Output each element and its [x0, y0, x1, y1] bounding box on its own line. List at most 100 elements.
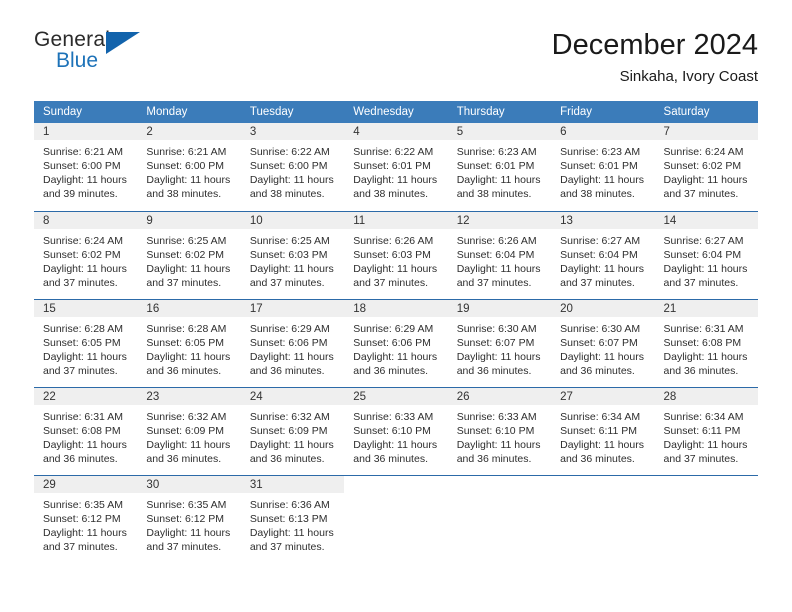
daylight-text-line2: and 36 minutes. — [353, 364, 428, 377]
calendar-day-cell[interactable]: 19 Sunrise: 6:30 AM Sunset: 6:07 PM Dayligh… — [447, 298, 552, 387]
sunset-text: Sunset: 6:08 PM — [43, 424, 121, 437]
day-number: 17 — [240, 299, 345, 317]
sunset-text: Sunset: 6:02 PM — [43, 248, 121, 261]
weekday-header-monday: Monday — [137, 101, 241, 123]
day-number — [654, 475, 758, 493]
calendar-day-cell[interactable]: 6 Sunrise: 6:23 AM Sunset: 6:01 PM Daylight… — [551, 123, 655, 211]
sunrise-text: Sunrise: 6:27 AM — [663, 234, 744, 247]
day-details: Sunrise: 6:35 AM Sunset: 6:12 PM Daylight:… — [34, 493, 137, 554]
sunrise-text: Sunrise: 6:32 AM — [146, 410, 227, 423]
day-number: 5 — [447, 123, 552, 140]
calendar-day-cell[interactable]: 10 Sunrise: 6:25 AM Sunset: 6:03 PM Dayligh… — [240, 210, 345, 299]
calendar-body: 1 Sunrise: 6:21 AM Sunset: 6:00 PM Daylight… — [34, 123, 758, 563]
calendar-day-cell[interactable]: 28 Sunrise: 6:34 AM Sunset: 6:11 PM Dayligh… — [654, 386, 758, 475]
weekday-header-tuesday: Tuesday — [240, 101, 345, 123]
calendar-empty-cell — [654, 474, 758, 563]
calendar-empty-cell — [344, 474, 448, 563]
calendar-day-cell[interactable]: 24 Sunrise: 6:32 AM Sunset: 6:09 PM Dayligh… — [240, 386, 345, 475]
sunrise-text: Sunrise: 6:27 AM — [560, 234, 641, 247]
day-details: Sunrise: 6:35 AM Sunset: 6:12 PM Daylight:… — [137, 493, 240, 554]
day-number: 20 — [551, 299, 655, 317]
title-block: December 2024 Sinkaha, Ivory Coast — [552, 28, 758, 88]
daylight-text-line1: Daylight: 11 hours — [249, 526, 334, 539]
weekday-header-saturday: Saturday — [654, 101, 758, 123]
daylight-text-line2: and 38 minutes. — [353, 188, 428, 200]
day-details: Sunrise: 6:26 AM Sunset: 6:04 PM Daylight:… — [448, 229, 551, 290]
daylight-text-line1: Daylight: 11 hours — [560, 174, 644, 186]
calendar-day-cell[interactable]: 2 Sunrise: 6:21 AM Sunset: 6:00 PM Daylight… — [137, 123, 241, 211]
calendar-day-cell[interactable]: 21 Sunrise: 6:31 AM Sunset: 6:08 PM Dayligh… — [654, 298, 758, 387]
calendar-day-cell[interactable]: 30 Sunrise: 6:35 AM Sunset: 6:12 PM Dayligh… — [137, 474, 241, 563]
calendar-day-cell[interactable]: 13 Sunrise: 6:27 AM Sunset: 6:04 PM Dayligh… — [551, 210, 655, 299]
sunset-text: Sunset: 6:01 PM — [353, 160, 431, 172]
sunset-text: Sunset: 6:13 PM — [249, 512, 328, 525]
calendar-day-cell[interactable]: 15 Sunrise: 6:28 AM Sunset: 6:05 PM Dayligh… — [34, 298, 138, 387]
daylight-text-line2: and 38 minutes. — [560, 188, 635, 200]
daylight-text-line2: and 37 minutes. — [249, 540, 325, 553]
day-details: Sunrise: 6:29 AM Sunset: 6:06 PM Daylight:… — [344, 317, 447, 378]
sunset-text: Sunset: 6:10 PM — [456, 424, 535, 437]
calendar-day-cell[interactable]: 1 Sunrise: 6:21 AM Sunset: 6:00 PM Daylight… — [34, 123, 138, 211]
calendar-day-cell[interactable]: 27 Sunrise: 6:34 AM Sunset: 6:11 PM Dayligh… — [551, 386, 655, 475]
calendar-day-cell[interactable]: 18 Sunrise: 6:29 AM Sunset: 6:06 PM Dayligh… — [344, 298, 448, 387]
calendar-day-cell[interactable]: 4 Sunrise: 6:22 AM Sunset: 6:01 PM Daylight… — [344, 123, 448, 211]
sunrise-text: Sunrise: 6:21 AM — [146, 146, 227, 158]
daylight-text-line2: and 38 minutes. — [249, 188, 325, 200]
day-details: Sunrise: 6:33 AM Sunset: 6:10 PM Daylight:… — [448, 405, 551, 466]
sunset-text: Sunset: 6:11 PM — [560, 424, 637, 437]
sunrise-text: Sunrise: 6:33 AM — [353, 410, 434, 423]
sunrise-text: Sunrise: 6:33 AM — [456, 410, 537, 423]
daylight-text-line2: and 36 minutes. — [663, 364, 739, 377]
calendar-day-cell[interactable]: 7 Sunrise: 6:24 AM Sunset: 6:02 PM Daylight… — [654, 123, 758, 211]
generalblue-logo[interactable]: General Blue — [34, 28, 154, 78]
calendar-day-cell[interactable]: 8 Sunrise: 6:24 AM Sunset: 6:02 PM Daylight… — [34, 210, 138, 299]
calendar-day-cell[interactable]: 25 Sunrise: 6:33 AM Sunset: 6:10 PM Dayligh… — [344, 386, 448, 475]
calendar-wrapper: Sunday Monday Tuesday Wednesday Thursday… — [0, 101, 792, 563]
calendar-day-cell[interactable]: 12 Sunrise: 6:26 AM Sunset: 6:04 PM Dayligh… — [447, 210, 552, 299]
calendar-day-cell[interactable]: 29 Sunrise: 6:35 AM Sunset: 6:12 PM Dayligh… — [34, 474, 138, 563]
sunrise-text: Sunrise: 6:34 AM — [663, 410, 744, 423]
sunrise-text: Sunrise: 6:35 AM — [43, 498, 123, 511]
day-number: 14 — [654, 211, 758, 229]
calendar-day-cell[interactable]: 14 Sunrise: 6:27 AM Sunset: 6:04 PM Dayligh… — [654, 210, 758, 299]
day-number: 9 — [137, 211, 241, 229]
calendar-day-cell[interactable]: 31 Sunrise: 6:36 AM Sunset: 6:13 PM Dayligh… — [240, 474, 345, 563]
calendar-header-row: Sunday Monday Tuesday Wednesday Thursday… — [34, 101, 758, 123]
calendar-day-cell[interactable]: 5 Sunrise: 6:23 AM Sunset: 6:01 PM Daylight… — [447, 123, 552, 211]
sunrise-text: Sunrise: 6:23 AM — [456, 146, 537, 158]
sunrise-text: Sunrise: 6:25 AM — [249, 234, 330, 247]
calendar-day-cell[interactable]: 26 Sunrise: 6:33 AM Sunset: 6:10 PM Dayligh… — [447, 386, 552, 475]
day-details: Sunrise: 6:29 AM Sunset: 6:06 PM Daylight:… — [241, 317, 344, 378]
daylight-text-line1: Daylight: 11 hours — [456, 174, 541, 186]
daylight-text-line1: Daylight: 11 hours — [353, 350, 438, 363]
day-details: Sunrise: 6:28 AM Sunset: 6:05 PM Daylight:… — [34, 317, 137, 378]
day-number: 28 — [654, 387, 758, 405]
day-number: 3 — [240, 123, 345, 140]
day-details: Sunrise: 6:33 AM Sunset: 6:10 PM Daylight:… — [344, 405, 447, 466]
daylight-text-line2: and 36 minutes. — [353, 452, 428, 465]
calendar-day-cell[interactable]: 20 Sunrise: 6:30 AM Sunset: 6:07 PM Dayligh… — [551, 298, 655, 387]
daylight-text-line1: Daylight: 11 hours — [43, 438, 127, 451]
calendar-day-cell[interactable]: 17 Sunrise: 6:29 AM Sunset: 6:06 PM Dayligh… — [240, 298, 345, 387]
day-number: 27 — [551, 387, 655, 405]
calendar-day-cell[interactable]: 9 Sunrise: 6:25 AM Sunset: 6:02 PM Daylight… — [137, 210, 241, 299]
calendar-day-cell[interactable]: 22 Sunrise: 6:31 AM Sunset: 6:08 PM Dayligh… — [34, 386, 138, 475]
daylight-text-line2: and 36 minutes. — [249, 452, 325, 465]
daylight-text-line1: Daylight: 11 hours — [663, 174, 748, 186]
daylight-text-line1: Daylight: 11 hours — [43, 262, 127, 275]
daylight-text-line1: Daylight: 11 hours — [43, 350, 127, 363]
calendar-day-cell[interactable]: 23 Sunrise: 6:32 AM Sunset: 6:09 PM Dayligh… — [137, 386, 241, 475]
sunset-text: Sunset: 6:03 PM — [249, 248, 328, 261]
day-details: Sunrise: 6:31 AM Sunset: 6:08 PM Daylight:… — [34, 405, 137, 466]
calendar-day-cell[interactable]: 11 Sunrise: 6:26 AM Sunset: 6:03 PM Dayligh… — [344, 210, 448, 299]
daylight-text-line1: Daylight: 11 hours — [353, 262, 438, 275]
day-number: 31 — [240, 475, 345, 493]
calendar-day-cell[interactable]: 3 Sunrise: 6:22 AM Sunset: 6:00 PM Daylight… — [240, 123, 345, 211]
day-number: 25 — [344, 387, 448, 405]
sunset-text: Sunset: 6:12 PM — [43, 512, 121, 525]
calendar-day-cell[interactable]: 16 Sunrise: 6:28 AM Sunset: 6:05 PM Dayligh… — [137, 298, 241, 387]
daylight-text-line1: Daylight: 11 hours — [663, 350, 748, 363]
sunrise-text: Sunrise: 6:23 AM — [560, 146, 641, 158]
day-number — [447, 475, 552, 493]
daylight-text-line2: and 37 minutes. — [560, 276, 635, 289]
